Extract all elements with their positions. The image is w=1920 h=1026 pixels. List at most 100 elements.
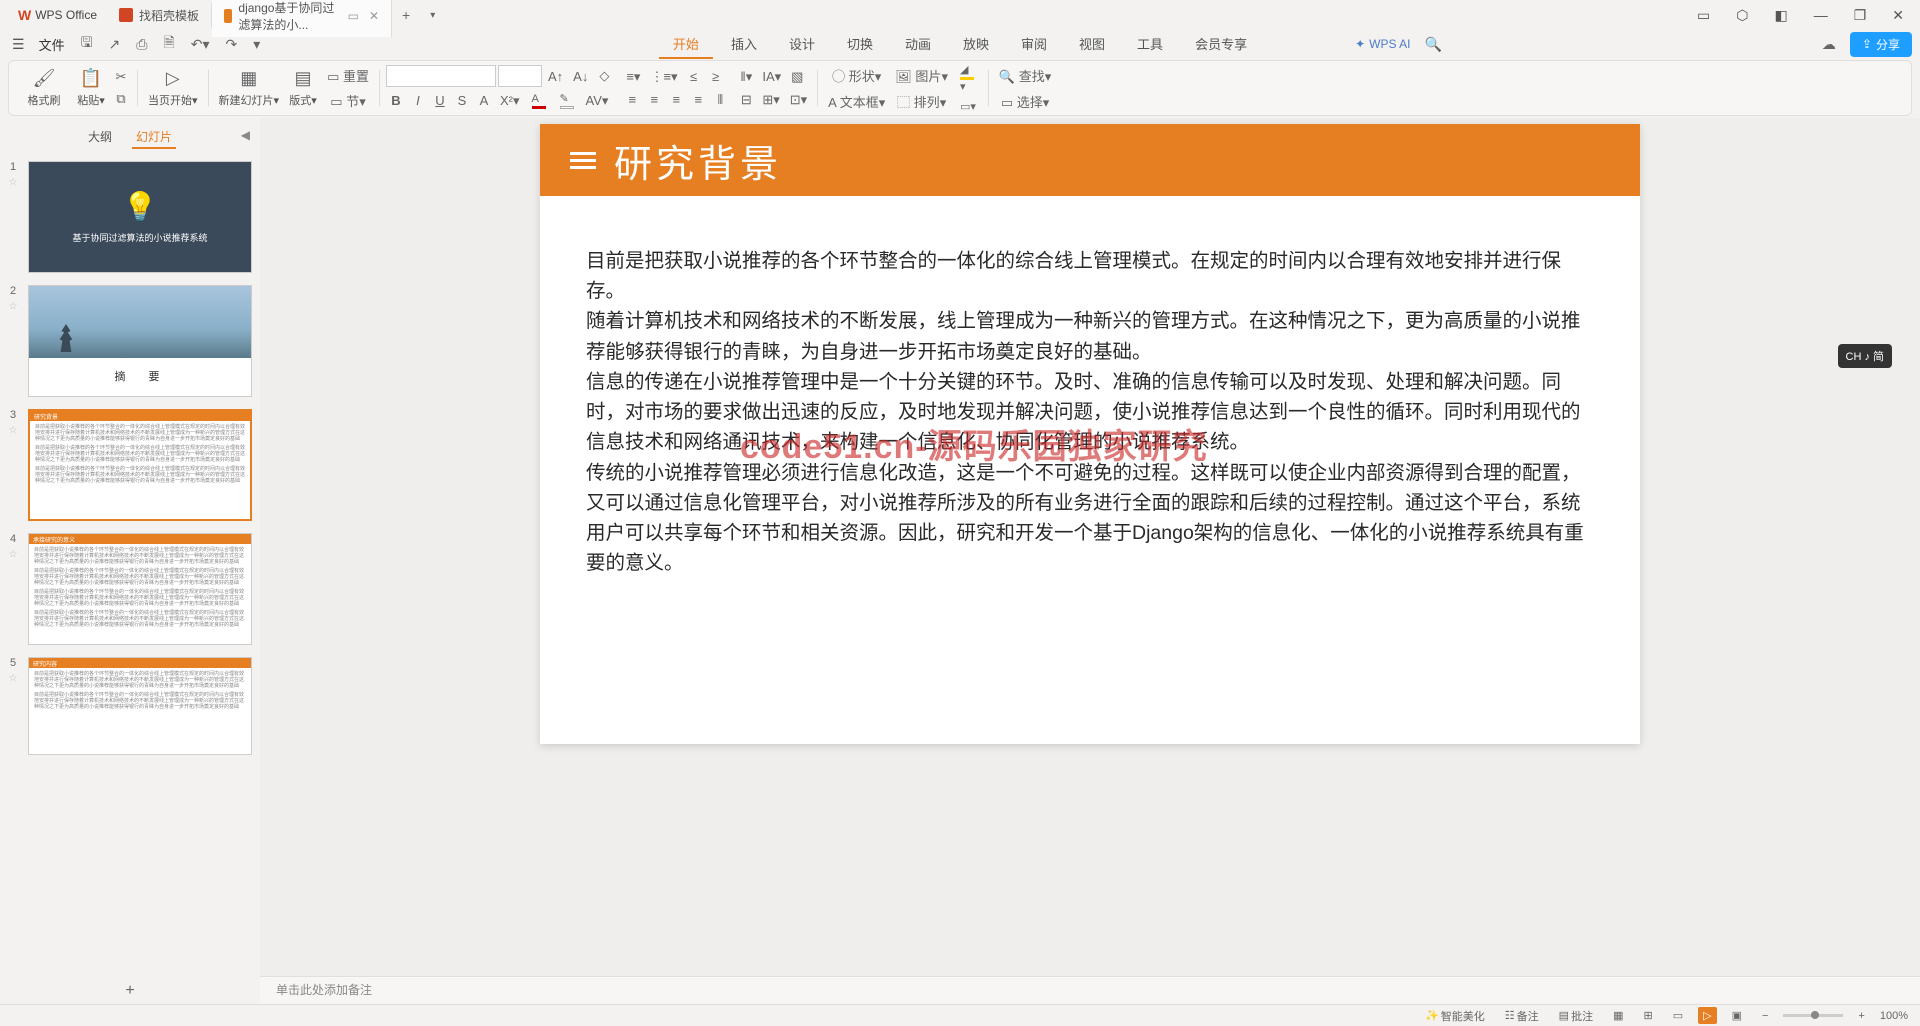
save-icon[interactable]: 🖫 [75, 30, 99, 58]
text-effect-icon[interactable]: A [474, 91, 494, 110]
tab-insert[interactable]: 插入 [717, 30, 771, 59]
tab-close-icon[interactable]: ✕ [369, 9, 379, 23]
thumb-slide-1[interactable]: 💡 基于协同过滤算法的小说推荐系统 [28, 161, 252, 273]
arrange-button[interactable]: ⬚ 排列▾ [891, 90, 952, 113]
numbering-icon[interactable]: ⋮≡▾ [646, 67, 681, 87]
wps-ai-button[interactable]: ✦ WPS AI [1355, 37, 1410, 51]
thumb-item-3[interactable]: 3☆ 研究背景 目前是把获取小说推荐的各个环节整合的一体化的综合线上管理模式在规… [0, 405, 260, 529]
increase-indent-icon[interactable]: ≥ [706, 67, 726, 86]
undo-icon[interactable]: ↶▾ [185, 34, 216, 55]
collapse-panel-icon[interactable]: ◀ [241, 128, 250, 142]
tab-review[interactable]: 审阅 [1007, 30, 1061, 59]
tab-menu-icon[interactable]: ▭ [348, 9, 359, 23]
maximize-icon[interactable]: ❐ [1846, 5, 1875, 26]
section-button[interactable]: ▭ 节▾ [323, 89, 373, 112]
preview-icon[interactable]: 🗎 [157, 30, 180, 58]
font-size-select[interactable] [498, 65, 542, 87]
notes-button[interactable]: ☷ 备注 [1500, 1007, 1544, 1025]
comment-button[interactable]: ▤ 批注 [1554, 1007, 1598, 1025]
text-dir-icon[interactable]: IA▾ [758, 67, 785, 87]
smart-beautify-button[interactable]: ✨智能美化 [1420, 1007, 1490, 1025]
star-icon[interactable]: ☆ [9, 425, 18, 436]
increase-font-icon[interactable]: A↑ [544, 67, 567, 86]
tab-animation[interactable]: 动画 [891, 30, 945, 59]
view-normal-icon[interactable]: ▦ [1608, 1007, 1628, 1024]
thumb-item-2[interactable]: 2☆ 摘 要 [0, 281, 260, 405]
star-icon[interactable]: ☆ [9, 301, 18, 312]
star-icon[interactable]: ☆ [9, 549, 18, 560]
document-tab[interactable]: django基于协同过滤算法的小... ▭ ✕ [212, 0, 392, 37]
cut-icon[interactable]: ✂ [111, 67, 131, 87]
line-space-icon[interactable]: ‖▾ [736, 67, 756, 87]
add-slide-button[interactable]: + [0, 976, 260, 1006]
view-slideshow-icon[interactable]: ▷ [1698, 1007, 1716, 1024]
thumb-slide-5[interactable]: 研究内容 目前是把获取小说推荐的各个环节整合的一体化的综合线上管理模式在规定的时… [28, 657, 252, 755]
fill-color-icon[interactable]: ◢▾ [954, 61, 982, 95]
notes-area[interactable]: 单击此处添加备注 [260, 976, 1920, 1006]
font-color-icon[interactable]: A [526, 91, 552, 111]
cloud-icon[interactable]: ☁ [1816, 34, 1842, 55]
view-reading-icon[interactable]: ▭ [1668, 1007, 1688, 1024]
tab-start[interactable]: 开始 [659, 30, 713, 59]
file-menu[interactable]: 文件 [33, 33, 71, 56]
thumb-slide-2[interactable]: 摘 要 [28, 285, 252, 397]
search-icon[interactable]: 🔍 [1418, 34, 1447, 55]
find-button[interactable]: 🔍 查找▾ [995, 64, 1055, 87]
bullets-icon[interactable]: ≡▾ [622, 67, 644, 87]
autofit-icon[interactable]: ⊡▾ [786, 90, 811, 110]
badge-icon[interactable]: ◧ [1766, 5, 1795, 26]
tab-view[interactable]: 视图 [1065, 30, 1119, 59]
align-left-icon[interactable]: ≡ [622, 90, 642, 109]
thumb-slide-4[interactable]: 承接研究的意义 目前是把获取小说推荐的各个环节整合的一体化的综合线上管理模式在规… [28, 533, 252, 645]
add-tab-button[interactable]: + [392, 3, 420, 27]
slide-title[interactable]: 研究背景 [614, 133, 782, 188]
decrease-font-icon[interactable]: A↓ [569, 67, 592, 86]
close-icon[interactable]: ✕ [1884, 5, 1912, 26]
convert-icon[interactable]: ▧ [787, 67, 807, 87]
thumb-item-1[interactable]: 1☆ 💡 基于协同过滤算法的小说推荐系统 [0, 157, 260, 281]
paste-group[interactable]: 📋 粘贴▾ [73, 65, 109, 111]
home-tab[interactable]: W WPS Office [8, 3, 107, 27]
strike-icon[interactable]: S [452, 91, 472, 110]
tab-outline[interactable]: 大纲 [84, 126, 116, 149]
tab-slides[interactable]: 幻灯片 [132, 126, 176, 149]
tab-member[interactable]: 会员专享 [1181, 30, 1261, 59]
thumb-item-5[interactable]: 5☆ 研究内容 目前是把获取小说推荐的各个环节整合的一体化的综合线上管理模式在规… [0, 653, 260, 763]
tab-design[interactable]: 设计 [775, 30, 829, 59]
underline-icon[interactable]: U [430, 91, 450, 110]
tab-slideshow[interactable]: 放映 [949, 30, 1003, 59]
layout-icon[interactable]: ▭ [1689, 5, 1718, 26]
clear-format-icon[interactable]: ◇ [594, 66, 614, 86]
bold-icon[interactable]: B [386, 91, 406, 110]
italic-icon[interactable]: I [408, 91, 428, 110]
zoom-slider[interactable] [1783, 1014, 1843, 1017]
fit-icon[interactable]: ▣ [1727, 1007, 1747, 1024]
font-family-select[interactable] [386, 65, 496, 87]
zoom-in-icon[interactable]: + [1853, 1009, 1869, 1023]
tab-tools[interactable]: 工具 [1123, 30, 1177, 59]
tab-transition[interactable]: 切换 [833, 30, 887, 59]
package-icon[interactable]: ⬡ [1728, 5, 1756, 26]
shape-button[interactable]: ◯ 形状▾ [824, 64, 889, 87]
slide-canvas[interactable]: 研究背景 code51.cn-源码乐园独家研究 目前是把获取小说推荐的各个环节整… [540, 124, 1640, 744]
thumb-slide-3[interactable]: 研究背景 目前是把获取小说推荐的各个环节整合的一体化的综合线上管理模式在规定的时… [28, 409, 252, 521]
align-center-icon[interactable]: ≡ [644, 90, 664, 109]
select-button[interactable]: ▭ 选择▾ [995, 90, 1055, 113]
valign-icon[interactable]: ⊟ [736, 90, 756, 110]
new-slide-group[interactable]: ▦ 新建幻灯片▾ [215, 65, 284, 111]
distribute-icon[interactable]: ⫴ [710, 90, 730, 110]
minimize-icon[interactable]: — [1806, 5, 1836, 25]
zoom-out-icon[interactable]: − [1757, 1009, 1773, 1023]
layout-group[interactable]: ▤ 版式▾ [285, 65, 321, 111]
outline-icon[interactable]: ▭▾ [954, 98, 982, 115]
textbox-button[interactable]: A 文本框▾ [824, 90, 889, 113]
ime-badge[interactable]: CH ♪ 简 [1838, 344, 1893, 368]
columns-icon[interactable]: ⊞▾ [758, 90, 783, 110]
highlight-icon[interactable]: ✎ [554, 90, 580, 111]
start-from-current[interactable]: ▷ 当页开始▾ [144, 65, 202, 111]
reset-button[interactable]: ▭ 重置 [323, 64, 373, 87]
view-sorter-icon[interactable]: ⊞ [1638, 1007, 1657, 1024]
template-tab[interactable]: 找稻壳模板 [107, 3, 212, 28]
hamburger-icon[interactable]: ☰ [8, 34, 29, 55]
align-right-icon[interactable]: ≡ [666, 90, 686, 109]
